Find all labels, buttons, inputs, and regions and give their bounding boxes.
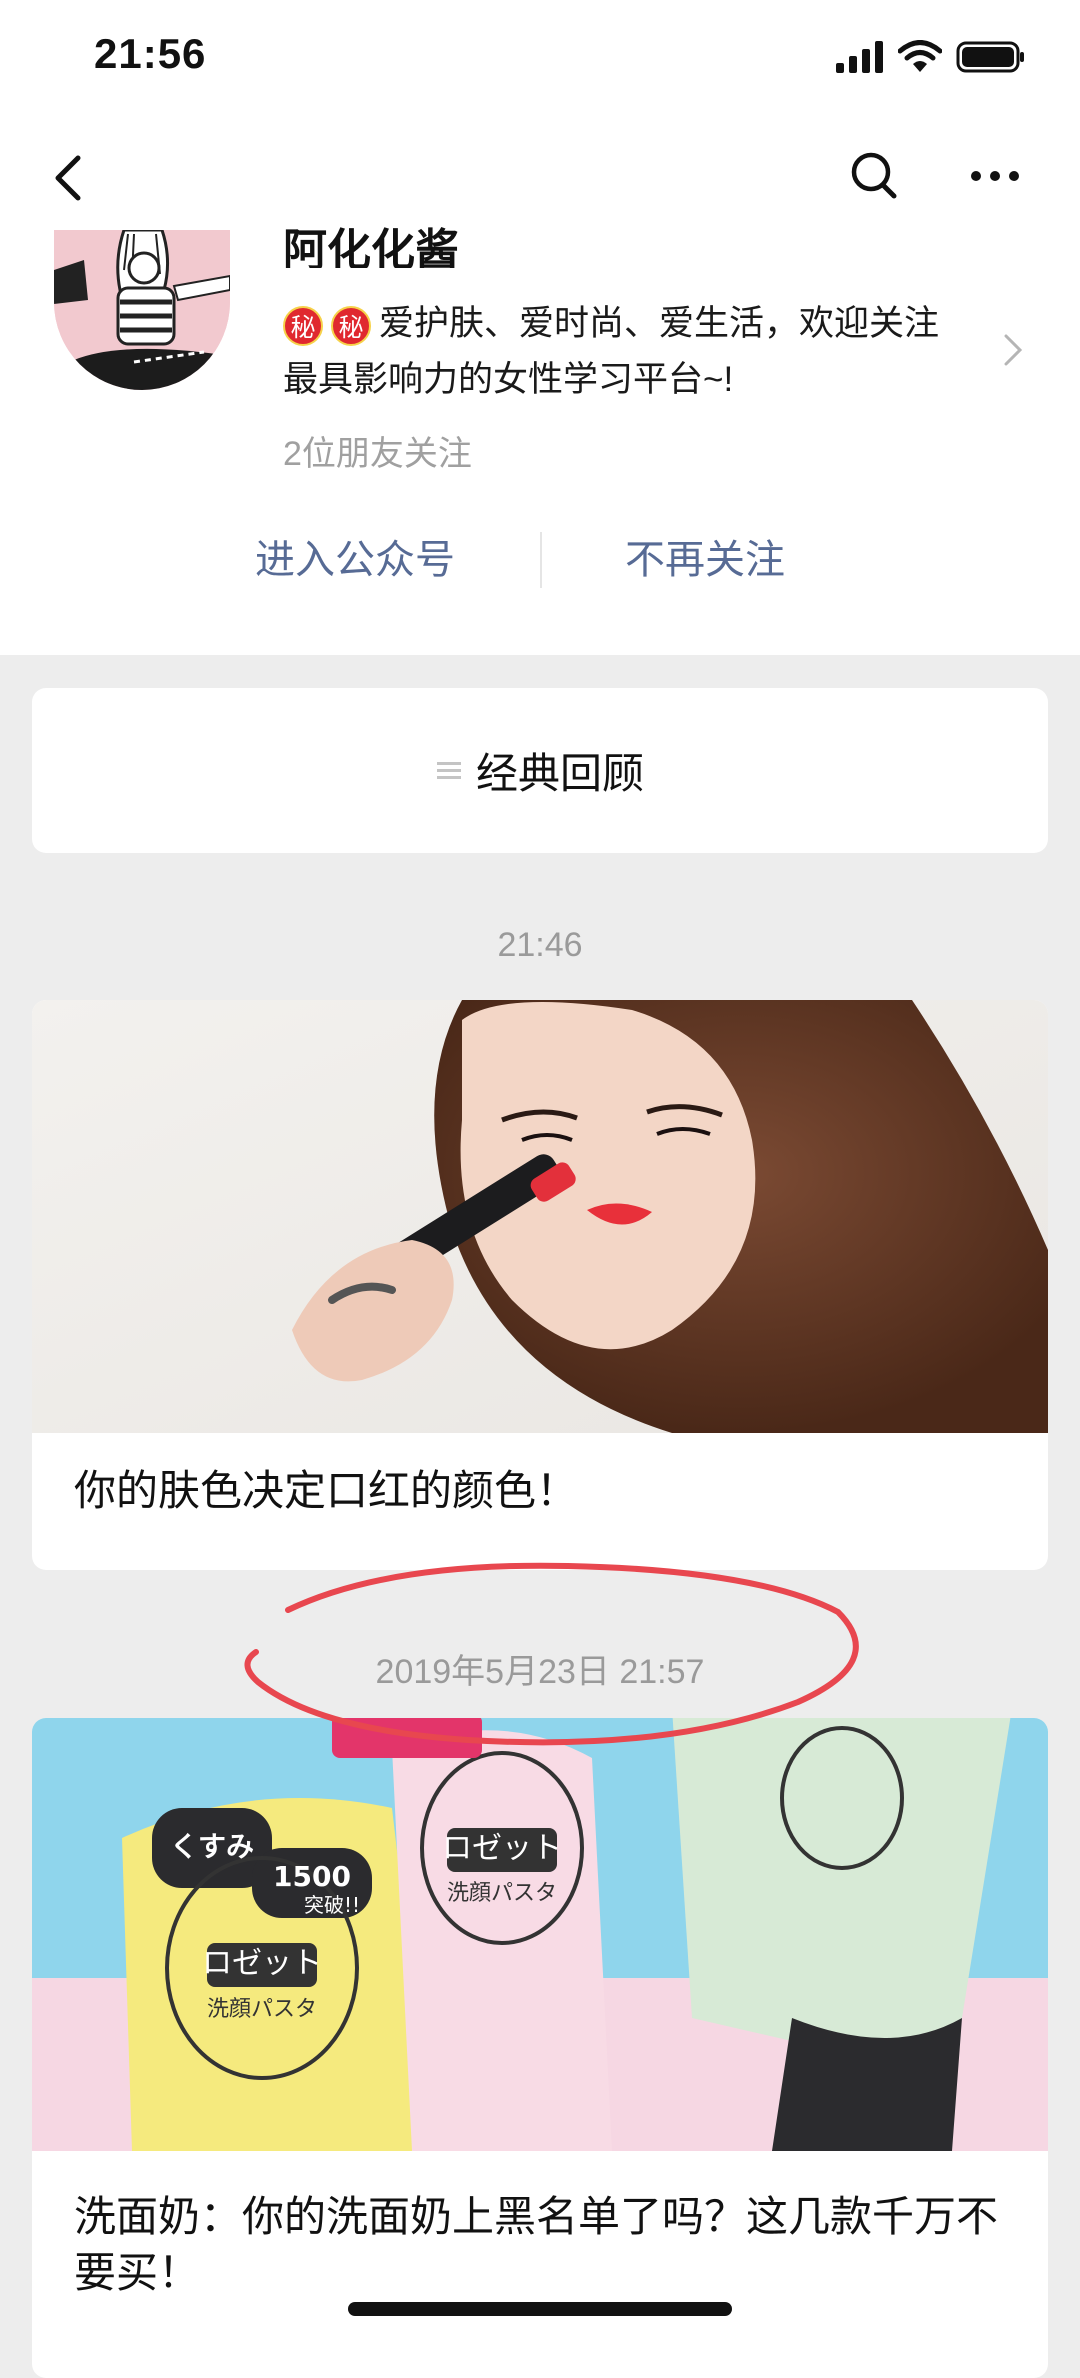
menu-list-icon bbox=[436, 761, 461, 779]
search-icon bbox=[851, 152, 897, 199]
product-brand-text: ロゼット bbox=[442, 1831, 562, 1866]
product-brand-text: ロゼット bbox=[202, 1946, 322, 1981]
intro-chevron[interactable] bbox=[998, 330, 1028, 370]
more-icon bbox=[971, 171, 1019, 181]
enter-account-button[interactable]: 进入公众号 bbox=[200, 520, 510, 600]
message-timestamp: 21:46 bbox=[497, 926, 583, 964]
friends-following: 2位朋友关注 bbox=[283, 435, 472, 473]
product-subtitle-text: 洗顔パスタ bbox=[207, 1997, 317, 2022]
account-intro[interactable]: 秘秘爱护肤、爱时尚、爱生活，欢迎关注 最具影响力的女性学习平台~! bbox=[283, 296, 1003, 408]
account-actions: 进入公众号 不再关注 bbox=[0, 520, 1080, 600]
search-button[interactable] bbox=[840, 140, 910, 210]
secret-badge-icon: 秘 bbox=[331, 305, 371, 346]
intro-line-1: 爱护肤、爱时尚、爱生活，欢迎关注 bbox=[379, 304, 940, 343]
article-title: 你的肤色决定口红的颜色！ bbox=[74, 1467, 579, 1514]
home-indicator[interactable] bbox=[348, 2302, 732, 2316]
status-time: 21:56 bbox=[94, 30, 207, 77]
product-subtitle-text: 洗顔パスタ bbox=[447, 1881, 557, 1906]
sticker-text: 1500 bbox=[273, 1860, 351, 1893]
back-button[interactable] bbox=[44, 140, 104, 210]
unfollow-button[interactable]: 不再关注 bbox=[560, 520, 850, 600]
wifi-icon bbox=[898, 40, 942, 72]
article-card[interactable]: ロゼット ロゼット 洗顔パスタ 洗顔パスタ くすみ 1500 突破!! 洗面奶：… bbox=[32, 1718, 1048, 2378]
sticker-text: くすみ bbox=[170, 1830, 254, 1863]
status-icons bbox=[836, 40, 1026, 74]
more-button[interactable] bbox=[960, 140, 1030, 210]
account-name: 阿化化酱 bbox=[283, 226, 459, 268]
sticker-text: 突破!! bbox=[304, 1893, 360, 1917]
nav-bar bbox=[0, 120, 1080, 230]
battery-icon bbox=[956, 41, 1024, 73]
article-title: 洗面奶：你的洗面奶上黑名单了吗？这几款千万不要买！ bbox=[74, 2193, 999, 2296]
article-cover-image bbox=[32, 1000, 1048, 1433]
divider bbox=[540, 532, 542, 588]
status-bar: 21:56 bbox=[0, 0, 1080, 120]
intro-line-2: 最具影响力的女性学习平台~! bbox=[283, 360, 734, 399]
article-card[interactable]: 你的肤色决定口红的颜色！ bbox=[32, 1000, 1048, 1570]
secret-badge-icon: 秘 bbox=[283, 305, 323, 346]
signal-icon bbox=[836, 41, 883, 73]
account-profile: 阿化化酱 秘秘爱护肤、爱时尚、爱生活，欢迎关注 最具影响力的女性学习平台~! 2… bbox=[0, 226, 1080, 480]
menu-label: 经典回顾 bbox=[475, 750, 644, 797]
menu-card[interactable]: 经典回顾 bbox=[32, 688, 1048, 853]
article-cover-image: ロゼット ロゼット 洗顔パスタ 洗顔パスタ くすみ 1500 突破!! bbox=[32, 1718, 1048, 2151]
avatar[interactable] bbox=[54, 230, 230, 390]
chevron-right-icon bbox=[1004, 334, 1023, 366]
avatar-illustration bbox=[54, 230, 230, 390]
red-annotation-circle bbox=[244, 1562, 859, 1746]
back-arrow-icon bbox=[55, 155, 81, 201]
